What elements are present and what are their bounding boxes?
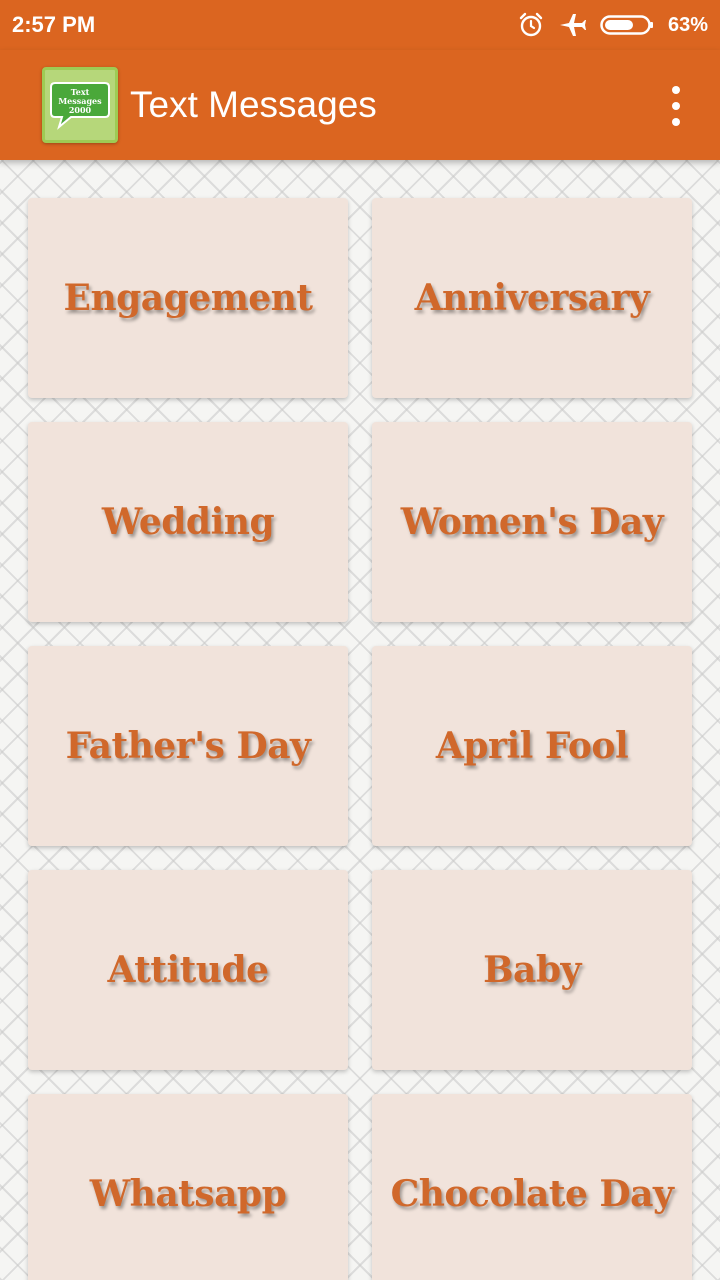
battery-percent: 63% xyxy=(667,13,708,36)
svg-text:2000: 2000 xyxy=(69,105,92,115)
category-card-womens-day[interactable]: Women's Day xyxy=(372,422,692,622)
app-bar: Text Messages 2000 Text Messages xyxy=(0,50,720,160)
category-grid-container: Engagement Anniversary Wedding Women's D… xyxy=(0,160,720,1280)
status-bar: 2:57 PM 63% xyxy=(0,0,720,50)
category-card-anniversary[interactable]: Anniversary xyxy=(372,198,692,398)
airplane-icon xyxy=(558,12,586,38)
category-card-attitude[interactable]: Attitude xyxy=(28,870,348,1070)
category-card-april-fool[interactable]: April Fool xyxy=(372,646,692,846)
alarm-icon xyxy=(518,12,544,38)
category-label: Engagement xyxy=(63,277,314,319)
category-label: Anniversary xyxy=(414,277,650,319)
category-label: Women's Day xyxy=(400,501,664,543)
app-title: Text Messages xyxy=(130,84,377,125)
category-card-fathers-day[interactable]: Father's Day xyxy=(28,646,348,846)
app-logo: Text Messages 2000 xyxy=(42,67,118,143)
chat-bubble-logo-icon: Text Messages 2000 xyxy=(50,82,110,130)
category-label: April Fool xyxy=(435,725,629,767)
category-card-engagement[interactable]: Engagement xyxy=(28,198,348,398)
category-label: Chocolate Day xyxy=(390,1173,674,1215)
category-card-baby[interactable]: Baby xyxy=(372,870,692,1070)
category-label: Baby xyxy=(483,949,581,991)
category-label: Whatsapp xyxy=(89,1173,287,1215)
battery-icon xyxy=(600,13,654,37)
category-label: Wedding xyxy=(101,501,275,543)
category-card-chocolate-day[interactable]: Chocolate Day xyxy=(372,1094,692,1280)
status-time: 2:57 PM xyxy=(12,12,96,37)
category-card-wedding[interactable]: Wedding xyxy=(28,422,348,622)
category-label: Attitude xyxy=(107,949,269,991)
category-card-whatsapp[interactable]: Whatsapp xyxy=(28,1094,348,1280)
category-label: Father's Day xyxy=(65,725,311,767)
status-icons: 63% xyxy=(518,12,708,38)
more-vert-icon[interactable] xyxy=(662,86,690,126)
